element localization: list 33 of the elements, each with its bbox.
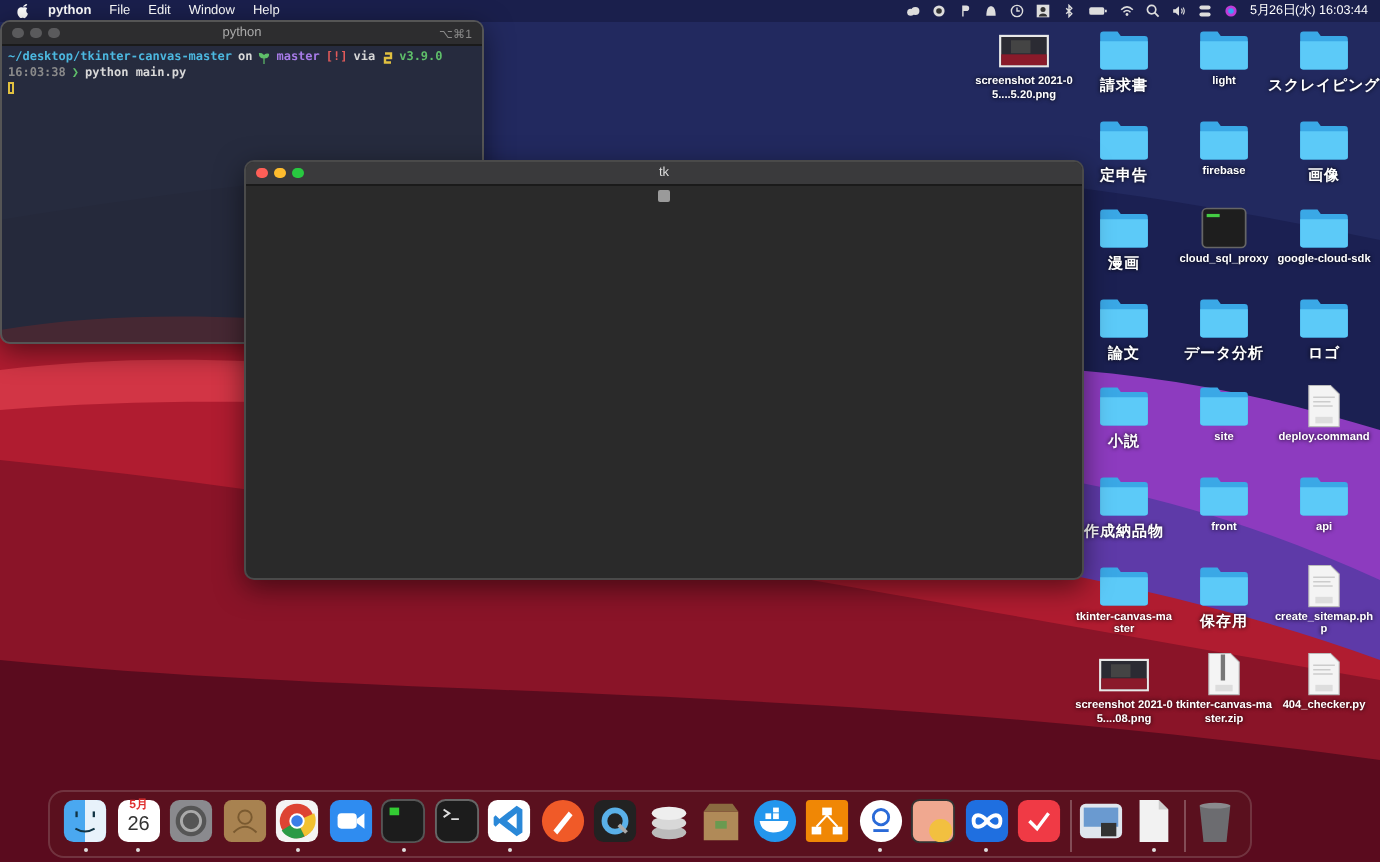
terminal-file-icon[interactable] [1198,206,1250,251]
browser-icon[interactable] [274,798,321,844]
code-editor-icon[interactable] [486,798,533,844]
image-viewer-icon[interactable] [910,798,957,844]
control-center-icon[interactable] [1198,4,1213,18]
face-icon[interactable] [62,798,109,844]
calendar-day: 26 [127,814,150,836]
search-icon[interactable] [1146,4,1161,18]
window-control-button[interactable] [292,167,303,179]
gear-icon[interactable] [168,798,215,844]
wifi-icon[interactable] [1120,4,1135,18]
sprout-icon [258,51,271,64]
siri-icon[interactable] [1224,4,1239,18]
apple-icon[interactable] [16,2,30,20]
ring-icon[interactable] [857,798,904,844]
window-control-button[interactable] [274,167,285,179]
bell-icon[interactable] [984,4,999,18]
whale-icon[interactable] [751,798,798,844]
cloud-icon[interactable] [906,4,921,18]
player-icon[interactable] [592,798,639,844]
snake-icon [381,51,394,64]
terminal-icon[interactable] [380,798,427,844]
pen-icon[interactable] [539,798,586,844]
bluetooth-icon[interactable] [1062,4,1077,18]
volume-icon[interactable] [1172,4,1187,18]
canvas-widget [658,190,670,202]
circle-icon[interactable] [932,4,947,18]
pin-icon[interactable] [958,4,973,18]
diagram-icon[interactable] [804,798,851,844]
window-control-button[interactable] [256,167,267,179]
folder-icon[interactable] [1198,384,1250,429]
battery-icon[interactable] [1088,4,1109,18]
text-cursor [8,81,14,93]
